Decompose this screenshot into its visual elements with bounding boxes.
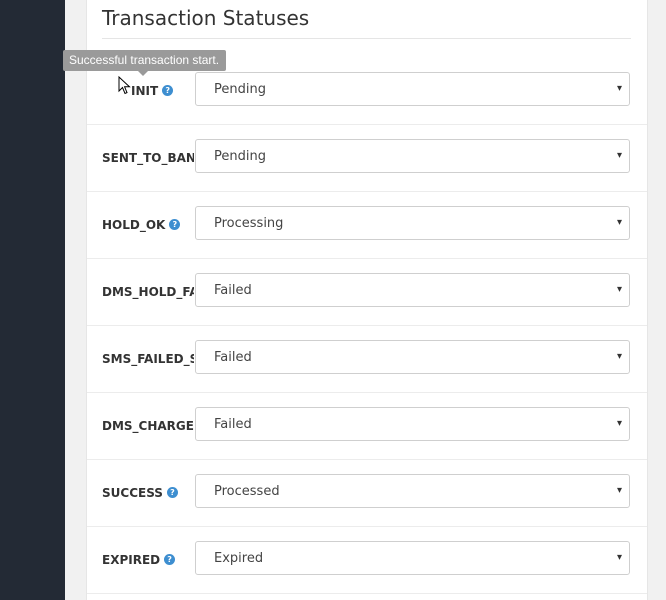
help-icon[interactable]: ?: [169, 219, 181, 230]
select-value: Expired: [214, 551, 264, 566]
transaction-statuses-panel: Transaction Statuses INIT ? Pending ▾ SE…: [86, 0, 648, 600]
chevron-down-icon: ▾: [616, 217, 622, 228]
chevron-down-icon: ▾: [616, 485, 622, 496]
status-label: SENT_TO_BANK: [102, 150, 194, 165]
select-value: Failed: [214, 283, 252, 298]
status-select-init[interactable]: Pending ▾: [195, 72, 630, 106]
status-row-sms-failed: SMS_FAILED_SMS Failed ▾: [87, 325, 647, 393]
status-select-expired[interactable]: Expired ▾: [195, 541, 630, 575]
chevron-down-icon: ▾: [616, 418, 622, 429]
status-label: EXPIRED ?: [102, 526, 194, 593]
status-row-dms-charge-failed: DMS_CHARGE_FAILED Failed ▾: [87, 392, 647, 460]
help-tooltip: Successful transaction start.: [63, 50, 226, 71]
select-value: Processing: [214, 216, 284, 231]
select-value: Processed: [214, 484, 280, 499]
select-value: Pending: [214, 82, 266, 97]
status-select-dms-charge-failed[interactable]: Failed ▾: [195, 407, 630, 441]
chevron-down-icon: ▾: [616, 284, 622, 295]
chevron-down-icon: ▾: [616, 83, 622, 94]
status-label: DMS_HOLD_FAILED: [102, 284, 194, 299]
select-value: Pending: [214, 149, 266, 164]
chevron-down-icon: ▾: [616, 351, 622, 362]
select-value: Failed: [214, 417, 252, 432]
status-select-hold-ok[interactable]: Processing ▾: [195, 206, 630, 240]
status-row-hold-ok: HOLD_OK ? Processing ▾: [87, 191, 647, 259]
status-label: HOLD_OK ?: [102, 191, 194, 258]
status-label: DMS_CHARGE_FAILED: [102, 418, 194, 433]
status-row-sent-to-bank: SENT_TO_BANK Pending ▾: [87, 124, 647, 192]
sidebar: [0, 0, 65, 600]
chevron-down-icon: ▾: [616, 150, 622, 161]
tooltip-arrow: [138, 71, 148, 76]
title-divider: [102, 38, 631, 39]
status-label: SUCCESS ?: [102, 459, 194, 526]
status-select-success[interactable]: Processed ▾: [195, 474, 630, 508]
help-icon[interactable]: ?: [166, 487, 178, 498]
status-select-sent-to-bank[interactable]: Pending ▾: [195, 139, 630, 173]
status-select-sms-failed[interactable]: Failed ▾: [195, 340, 630, 374]
status-select-dms-hold-failed[interactable]: Failed ▾: [195, 273, 630, 307]
panel-title: Transaction Statuses: [102, 6, 310, 30]
help-icon[interactable]: ?: [164, 554, 176, 565]
mouse-cursor-icon: [118, 76, 131, 95]
select-value: Failed: [214, 350, 252, 365]
status-row-dms-hold-failed: DMS_HOLD_FAILED Failed ▾: [87, 258, 647, 326]
status-label: SMS_FAILED_SMS: [102, 351, 194, 366]
chevron-down-icon: ▾: [616, 552, 622, 563]
help-icon[interactable]: ?: [162, 85, 174, 96]
status-row-expired: EXPIRED ? Expired ▾: [87, 526, 647, 594]
status-row-success: SUCCESS ? Processed ▾: [87, 459, 647, 527]
